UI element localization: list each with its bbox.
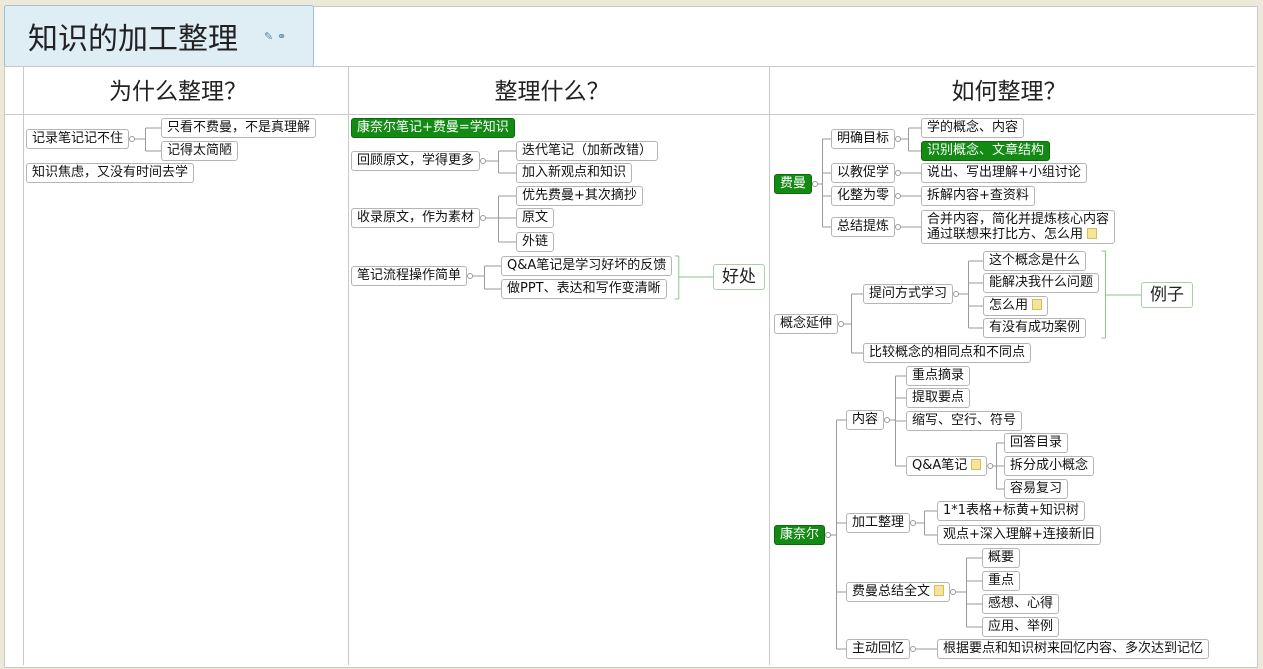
topic-node[interactable]: 内容 bbox=[846, 410, 885, 430]
topic-node[interactable]: 根据要点和知识树来回忆内容、多次达到记忆 bbox=[937, 639, 1210, 659]
note-icon[interactable] bbox=[934, 585, 945, 596]
note-line: 合并内容，简化并提炼核心内容 bbox=[927, 212, 1110, 227]
connector-knob bbox=[910, 646, 917, 652]
topic-node[interactable]: 说出、写出理解+小组讨论 bbox=[921, 163, 1087, 183]
note-icon[interactable] bbox=[1087, 228, 1098, 239]
topic-node[interactable]: 收录原文，作为素材 bbox=[351, 208, 481, 228]
connector-knob bbox=[480, 215, 487, 221]
connector-knob bbox=[467, 273, 474, 279]
topic-node[interactable]: 能解决我什么问题 bbox=[983, 273, 1100, 293]
topic-node[interactable]: 费曼总结全文 bbox=[846, 582, 951, 602]
topic-node[interactable]: 1*1表格+标黄+知识树 bbox=[937, 501, 1085, 521]
topic-node-highlighted[interactable]: 康奈尔 bbox=[774, 525, 826, 545]
topic-node[interactable]: 合并内容，简化并提炼核心内容 通过联想来打比方、怎么用 bbox=[921, 210, 1116, 244]
topic-node[interactable]: 感想、心得 bbox=[982, 594, 1060, 614]
topic-node[interactable]: 记得太简陋 bbox=[161, 141, 239, 161]
topic-node[interactable]: 重点 bbox=[982, 571, 1021, 591]
topic-node[interactable]: 主动回忆 bbox=[846, 639, 911, 659]
topic-node[interactable]: 笔记流程操作简单 bbox=[351, 266, 468, 286]
connector-knob bbox=[953, 291, 960, 297]
topic-node[interactable]: 以教促学 bbox=[831, 163, 896, 183]
topic-node[interactable]: 概念延伸 bbox=[774, 314, 839, 334]
topic-node[interactable]: 怎么用 bbox=[983, 296, 1049, 316]
topic-node[interactable]: 外链 bbox=[516, 232, 555, 252]
connector-knob bbox=[884, 417, 891, 423]
mindmap-canvas: 知识的加工整理 ✎ ⚭ 为什么整理？ 整理什么？ 如何整理？ 记录笔记记不住 只… bbox=[0, 0, 1263, 669]
connector-knob bbox=[480, 158, 487, 164]
topic-node-highlighted[interactable]: 康奈尔笔记+费曼=学知识 bbox=[351, 118, 515, 138]
topic-node[interactable]: 概要 bbox=[982, 548, 1021, 568]
topic-node[interactable]: 这个概念是什么 bbox=[983, 251, 1087, 271]
topic-node[interactable]: 缩写、空行、符号 bbox=[906, 411, 1023, 431]
connector-knob bbox=[825, 532, 832, 538]
topic-node[interactable]: 明确目标 bbox=[831, 129, 896, 149]
connector-knob bbox=[950, 589, 957, 595]
topic-node[interactable]: 加工整理 bbox=[846, 513, 911, 533]
topic-node[interactable]: 提取要点 bbox=[906, 388, 971, 408]
topic-node[interactable]: 有没有成功案例 bbox=[983, 318, 1087, 338]
topic-node[interactable]: 化整为零 bbox=[831, 186, 896, 206]
topic-node[interactable]: Q&A笔记 bbox=[906, 456, 988, 476]
topic-node[interactable]: 应用、举例 bbox=[982, 617, 1060, 637]
summary-node[interactable]: 好处 bbox=[713, 264, 765, 290]
topic-node[interactable]: 提问方式学习 bbox=[863, 284, 954, 304]
topic-node[interactable]: 只看不费曼，不是真理解 bbox=[161, 118, 317, 138]
topic-node[interactable]: 学的概念、内容 bbox=[921, 118, 1025, 138]
connector-knob bbox=[812, 181, 819, 187]
topic-node[interactable]: 重点摘录 bbox=[906, 366, 971, 386]
note-icon[interactable] bbox=[1032, 299, 1043, 310]
topic-node[interactable]: 回答目录 bbox=[1004, 433, 1069, 453]
topic-node[interactable]: 总结提炼 bbox=[831, 217, 896, 237]
summary-node[interactable]: 例子 bbox=[1141, 282, 1193, 308]
connector-knob bbox=[987, 463, 994, 469]
topic-node[interactable]: 加入新观点和知识 bbox=[516, 163, 633, 183]
topic-node[interactable]: 记录笔记记不住 bbox=[26, 129, 130, 149]
connector-knob bbox=[838, 321, 845, 327]
topic-node[interactable]: 原文 bbox=[516, 208, 555, 228]
connector-knob bbox=[895, 170, 902, 176]
topic-node-highlighted[interactable]: 识别概念、文章结构 bbox=[921, 141, 1051, 161]
connector-knob bbox=[910, 520, 917, 526]
connector-knob bbox=[895, 136, 902, 142]
topic-node[interactable]: 容易复习 bbox=[1004, 479, 1069, 499]
topic-node[interactable]: 迭代笔记（加新改错） bbox=[516, 141, 659, 161]
topic-node[interactable]: 回顾原文，学得更多 bbox=[351, 151, 481, 171]
topic-node[interactable]: 比较概念的相同点和不同点 bbox=[863, 343, 1032, 363]
note-line: 通过联想来打比方、怎么用 bbox=[927, 227, 1109, 242]
topic-node[interactable]: 拆解内容+查资料 bbox=[921, 186, 1035, 206]
topic-node[interactable]: 做PPT、表达和写作变清晰 bbox=[501, 279, 667, 299]
topic-node[interactable]: 知识焦虑，又没有时间去学 bbox=[26, 163, 195, 183]
note-icon[interactable] bbox=[971, 459, 982, 470]
topic-node[interactable]: 观点+深入理解+连接新旧 bbox=[937, 525, 1101, 545]
topic-node[interactable]: 拆分成小概念 bbox=[1004, 456, 1095, 476]
topic-node[interactable]: Q&A笔记是学习好坏的反馈 bbox=[501, 256, 673, 276]
connector-knob bbox=[895, 224, 902, 230]
connector-knob bbox=[129, 136, 136, 142]
topic-node[interactable]: 优先费曼+其次摘抄 bbox=[516, 186, 643, 206]
connector-knob bbox=[895, 193, 902, 199]
topic-node-highlighted[interactable]: 费曼 bbox=[774, 174, 813, 194]
